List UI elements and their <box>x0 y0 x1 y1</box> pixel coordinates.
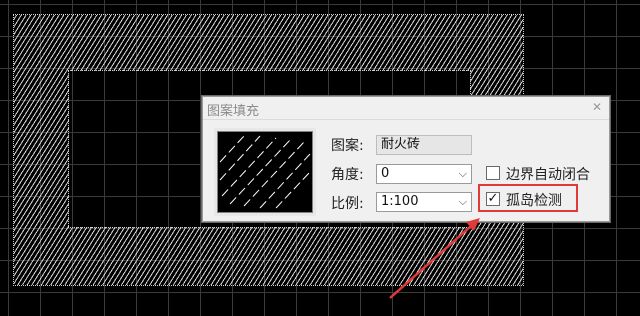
annotation-arrow-icon <box>389 218 480 299</box>
